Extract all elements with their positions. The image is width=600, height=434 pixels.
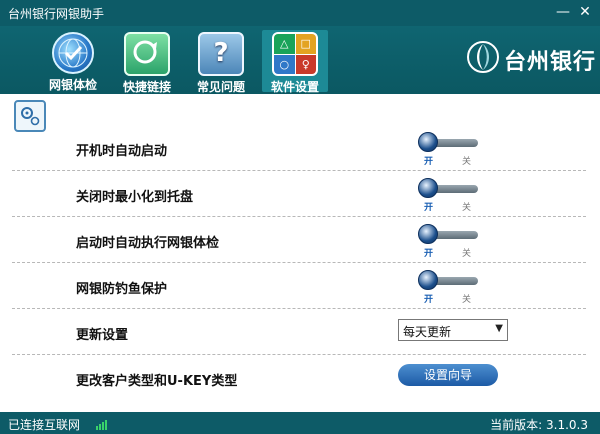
anti-phishing-toggle[interactable]: 开 关 [418, 270, 482, 305]
select-value: 每天更新 [403, 325, 452, 339]
toggle-knob[interactable] [418, 132, 438, 152]
toggle-on-label: 开 [424, 249, 434, 259]
toggle-on-label: 开 [424, 295, 434, 305]
nav-item-faq[interactable]: ? 常见问题 [188, 30, 254, 94]
person-icon: ♀ [295, 54, 316, 74]
setting-row-account-type: 更改客户类型和U-KEY类型 设置向导 [12, 356, 586, 401]
setting-row-update: 更新设置 每天更新 ▼ [12, 310, 586, 355]
setting-label: 关闭时最小化到托盘 [76, 190, 194, 205]
chevron-down-icon: ▼ [495, 323, 503, 334]
setting-label: 更新设置 [76, 328, 129, 343]
setting-label: 网银防钓鱼保护 [76, 282, 168, 297]
nav-label: 软件设置 [270, 80, 319, 94]
setting-label: 启动时自动执行网银体检 [76, 236, 220, 251]
square-icon: □ [295, 34, 316, 54]
row-divider [12, 262, 586, 263]
row-divider [12, 308, 586, 309]
triangle-icon: △ [274, 34, 295, 54]
version-text: 当前版本: 3.1.0.3 [490, 418, 588, 432]
setting-label: 更改客户类型和U-KEY类型 [76, 374, 238, 389]
row-divider [12, 216, 586, 217]
connection-status: 已连接互联网 [8, 418, 81, 432]
close-button[interactable]: ✕ [575, 2, 595, 22]
autostart-toggle[interactable]: 开 关 [418, 132, 482, 167]
nav-label: 快捷链接 [122, 80, 171, 94]
title-bar: 台州银行网银助手 — ✕ [0, 0, 600, 26]
toggle-off-label: 关 [462, 295, 472, 305]
toggle-knob[interactable] [418, 270, 438, 290]
globe-check-icon [52, 32, 94, 74]
setting-label: 开机时自动启动 [76, 144, 168, 159]
nav-item-links[interactable]: 快捷链接 [114, 30, 180, 94]
row-divider [12, 354, 586, 355]
link-icon [124, 32, 170, 76]
settings-panel: 开机时自动启动 开 关 关闭时最小化到托盘 开 关 启动时自动执行网银体检 开 … [0, 94, 600, 412]
bank-name: 台州银行 [504, 50, 597, 75]
minimize-button[interactable]: — [553, 2, 573, 22]
toggle-knob[interactable] [418, 224, 438, 244]
toggle-off-label: 关 [462, 203, 472, 213]
nav-item-checkup[interactable]: 网银体检 [40, 30, 106, 92]
nav-label: 网银体检 [48, 78, 97, 92]
main-toolbar: 网银体检 快捷链接 ? 常见问题 △ □ ○ ♀ 软件设置 台州银行 [0, 26, 600, 94]
window-title: 台州银行网银助手 [8, 7, 105, 21]
toggle-knob[interactable] [418, 178, 438, 198]
setting-row-minimize-tray: 关闭时最小化到托盘 开 关 [12, 172, 586, 217]
toggle-off-label: 关 [462, 249, 472, 259]
circle-icon: ○ [274, 54, 295, 74]
nav-item-settings[interactable]: △ □ ○ ♀ 软件设置 [262, 30, 328, 94]
minimize-tray-toggle[interactable]: 开 关 [418, 178, 482, 213]
question-icon: ? [198, 32, 244, 76]
setting-row-auto-checkup: 启动时自动执行网银体检 开 关 [12, 218, 586, 263]
row-divider [12, 170, 586, 171]
setup-wizard-button[interactable]: 设置向导 [398, 364, 498, 386]
question-glyph: ? [213, 38, 229, 68]
setting-row-anti-phishing: 网银防钓鱼保护 开 关 [12, 264, 586, 309]
update-frequency-select[interactable]: 每天更新 ▼ [398, 319, 508, 341]
toggle-on-label: 开 [424, 157, 434, 167]
setting-row-autostart: 开机时自动启动 开 关 [12, 126, 586, 171]
toggle-off-label: 关 [462, 157, 472, 167]
status-bar: 已连接互联网 当前版本: 3.1.0.3 [0, 412, 600, 434]
toggle-on-label: 开 [424, 203, 434, 213]
auto-checkup-toggle[interactable]: 开 关 [418, 224, 482, 259]
signal-icon [96, 418, 110, 430]
bank-logo-icon [467, 41, 499, 73]
nav-label: 常见问题 [196, 80, 245, 94]
settings-shapes-icon: △ □ ○ ♀ [272, 32, 318, 76]
